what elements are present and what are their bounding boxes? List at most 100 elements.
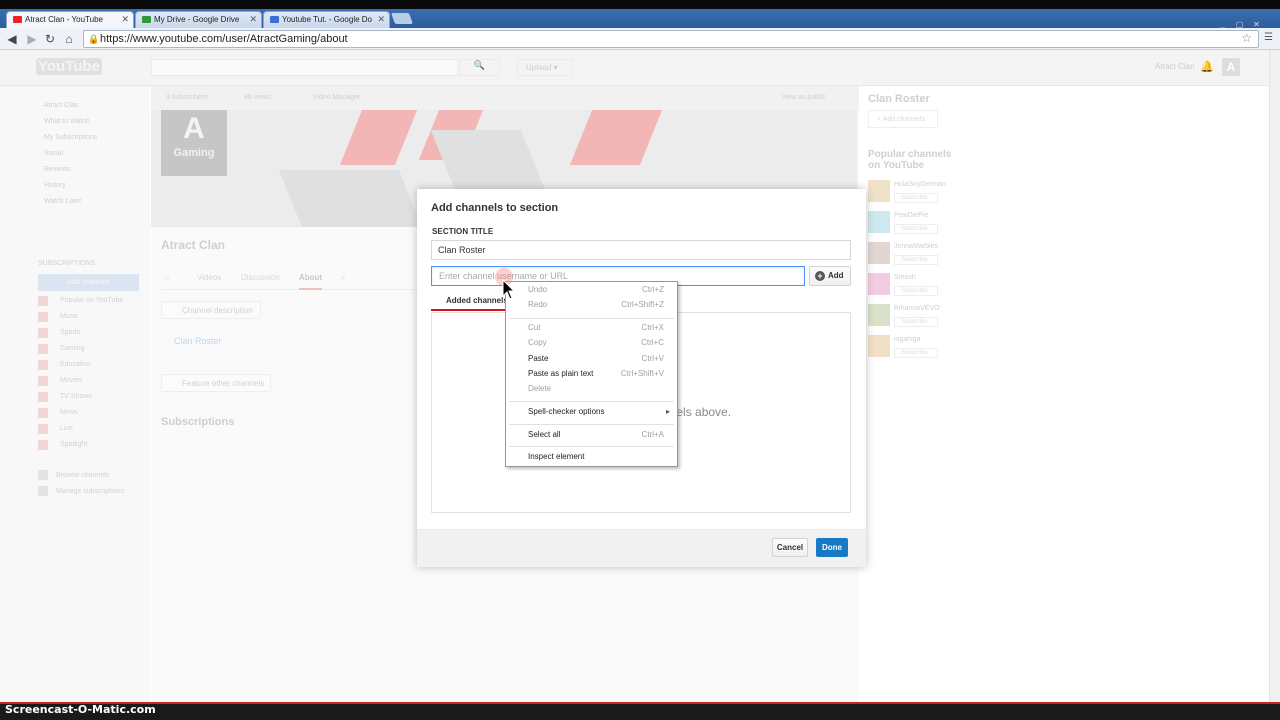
browse-channels-link[interactable]: Browse channels — [56, 472, 109, 479]
popular-channel-item[interactable]: RihannaVEVO Subscribe — [868, 304, 998, 330]
menu-item-delete[interactable]: Delete — [528, 384, 676, 398]
subscription-item[interactable]: Gaming — [60, 345, 85, 352]
channel-thumbnail — [868, 304, 890, 326]
search-input[interactable] — [151, 59, 458, 76]
browser-tab-drive[interactable]: My Drive - Google Drive ✕ — [135, 11, 262, 28]
menu-divider — [509, 318, 674, 319]
subscribe-button[interactable]: Subscribe — [894, 255, 938, 265]
popular-channel-item[interactable]: Smosh Subscribe — [868, 273, 998, 299]
subscribe-button[interactable]: Subscribe — [894, 348, 938, 358]
browser-tab-youtube[interactable]: Atract Clan - YouTube ✕ — [6, 11, 134, 28]
browser-tab-docs[interactable]: Youtube Tut. - Google Do ✕ — [263, 11, 390, 28]
guide-item[interactable]: Watch Later — [44, 198, 81, 205]
back-arrow-icon[interactable]: ◀ — [4, 31, 20, 47]
subscribe-button[interactable]: Subscribe — [894, 224, 938, 234]
menu-item-undo[interactable]: Undo Ctrl+Z — [528, 285, 676, 299]
browse-icon — [38, 470, 48, 480]
popular-channels-title: Popular channels on YouTube — [868, 149, 952, 171]
clan-roster-link[interactable]: Clan Roster — [174, 336, 222, 346]
avatar[interactable]: A — [1222, 58, 1240, 76]
popular-channel-item[interactable]: nigahiga Subscribe — [868, 335, 998, 361]
guide-item[interactable]: Social — [44, 150, 63, 157]
subscription-item[interactable]: TV Shows — [60, 393, 92, 400]
menu-item-paste[interactable]: Paste Ctrl+V — [528, 354, 676, 368]
guide-item[interactable]: What to Watch — [44, 118, 90, 125]
subscription-item[interactable]: Spotlight — [60, 441, 87, 448]
close-tab-icon[interactable]: ✕ — [249, 14, 257, 25]
guide-subscriptions-title: SUBSCRIPTIONS — [38, 260, 96, 267]
home-icon[interactable]: ⌂ — [61, 31, 77, 47]
subscription-item[interactable]: Sports — [60, 329, 80, 336]
bookmark-star-icon[interactable]: ☆ — [1241, 31, 1252, 45]
menu-item-spellcheck[interactable]: Spell-checker options ▸ — [528, 407, 676, 421]
menu-item-copy[interactable]: Copy Ctrl+C — [528, 338, 676, 352]
screen-top-border — [0, 0, 1280, 9]
menu-item-cut[interactable]: Cut Ctrl+X — [528, 323, 676, 337]
browser-menu-icon[interactable]: ☰ — [1264, 32, 1276, 44]
video-manager-link[interactable]: Video Manager — [313, 94, 360, 101]
guide-item[interactable]: History — [44, 182, 66, 189]
menu-item-select-all[interactable]: Select all Ctrl+A — [528, 430, 676, 444]
subscriber-count: 3 subscribers — [166, 94, 208, 101]
menu-item-inspect[interactable]: Inspect element — [528, 452, 676, 466]
add-channel-button[interactable]: + Add — [809, 266, 851, 286]
channel-thumbnail — [868, 335, 890, 357]
popular-channel-item[interactable]: JennaMarbles Subscribe — [868, 242, 998, 268]
section-title-input[interactable]: Clan Roster — [431, 240, 851, 260]
search-icon[interactable]: ⌕ — [341, 273, 345, 283]
popular-channel-item[interactable]: HolaSoyGerman Subscribe — [868, 180, 998, 206]
youtube-logo[interactable]: YouTube — [36, 58, 102, 75]
subscription-icon — [38, 296, 48, 306]
youtube-favicon-icon — [13, 16, 22, 23]
menu-item-redo[interactable]: Redo Ctrl+Shift+Z — [528, 300, 676, 314]
close-tab-icon[interactable]: ✕ — [121, 14, 129, 25]
subscription-item[interactable]: Music — [60, 313, 78, 320]
page-scrollbar[interactable] — [1269, 50, 1280, 702]
guide-item[interactable]: Atract Clan — [44, 102, 79, 109]
popular-channel-item[interactable]: PewDiePie Subscribe — [868, 211, 998, 237]
subscribe-button[interactable]: Subscribe — [894, 286, 938, 296]
close-tab-icon[interactable]: ✕ — [377, 14, 385, 25]
channel-description-button[interactable]: Channel description — [161, 301, 261, 319]
drive-favicon-icon — [142, 16, 151, 23]
new-tab-button[interactable] — [390, 13, 414, 24]
view-as-public-link[interactable]: View as public — [781, 94, 826, 101]
subscription-item[interactable]: Education — [60, 361, 91, 368]
search-icon[interactable]: 🔍 — [459, 59, 500, 76]
menu-divider — [509, 424, 674, 425]
tab-videos[interactable]: Videos — [197, 273, 221, 282]
subscription-icon — [38, 360, 48, 370]
subscribe-button[interactable]: Subscribe — [894, 193, 938, 203]
tab-title: Atract Clan - YouTube — [25, 15, 103, 24]
added-channels-tab[interactable]: Added channels — [431, 293, 511, 311]
tab-discussion[interactable]: Discussion — [241, 273, 280, 282]
address-bar[interactable]: 🔒 https://www.youtube.com/user/AtractGam… — [83, 30, 1259, 48]
guide-item[interactable]: My Subscriptions — [44, 134, 97, 141]
guide-item[interactable]: Reviews — [44, 166, 70, 173]
dialog-footer: Cancel Done — [417, 529, 866, 567]
bell-icon[interactable]: 🔔 — [1200, 60, 1214, 73]
forward-arrow-icon[interactable]: ▶ — [24, 31, 40, 47]
subscription-item[interactable]: News — [60, 409, 78, 416]
subscription-item[interactable]: Live — [60, 425, 73, 432]
roster-add-channels-button[interactable]: + Add channels — [868, 110, 938, 128]
subscribe-button[interactable]: Subscribe — [894, 317, 938, 327]
plus-icon: + — [815, 271, 825, 281]
mouse-cursor-icon — [502, 279, 516, 300]
upload-button[interactable]: Upload ▾ — [517, 59, 573, 76]
done-button[interactable]: Done — [816, 538, 848, 557]
add-channels-button[interactable]: Add channels — [38, 274, 139, 291]
reload-icon[interactable]: ↻ — [42, 31, 58, 47]
menu-item-paste-plain[interactable]: Paste as plain text Ctrl+Shift+V — [528, 369, 676, 383]
tab-about[interactable]: About — [299, 273, 323, 290]
feature-other-channels-button[interactable]: Feature other channels — [161, 374, 271, 392]
cancel-button[interactable]: Cancel — [772, 538, 808, 557]
tab-title: My Drive - Google Drive — [154, 15, 240, 24]
subscription-item[interactable]: Movies — [60, 377, 82, 384]
home-icon[interactable]: ⌂ — [164, 273, 169, 282]
menu-divider — [509, 446, 674, 447]
channel-thumbnail — [868, 211, 890, 233]
subscription-item[interactable]: Popular on YouTube — [60, 297, 123, 304]
channel-avatar[interactable]: A Gaming — [161, 110, 227, 176]
manage-subscriptions-link[interactable]: Manage subscriptions — [56, 488, 124, 495]
